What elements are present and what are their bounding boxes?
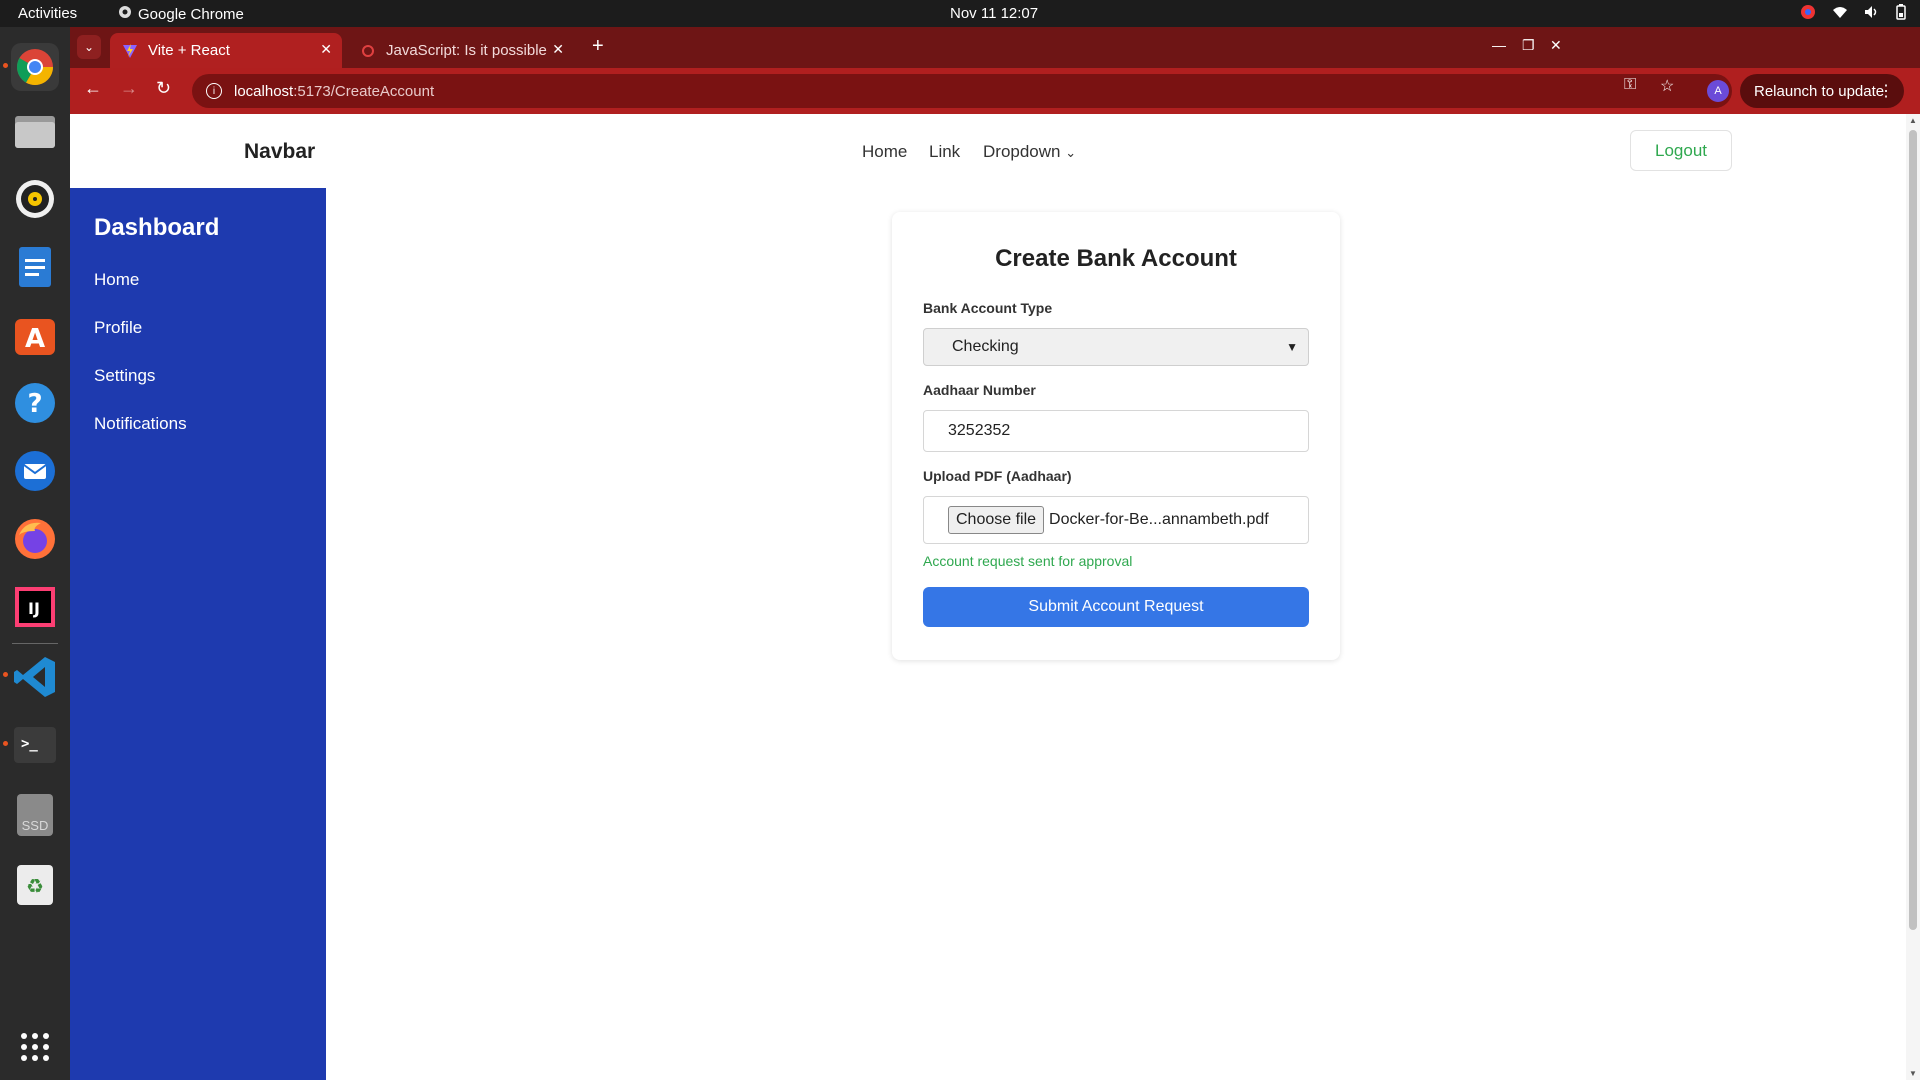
tab-title: Vite + React [148, 42, 230, 59]
create-account-card: Create Bank Account Bank Account Type Ch… [892, 212, 1340, 660]
quora-favicon-icon [360, 43, 376, 59]
restore-icon[interactable]: ❐ [1522, 37, 1535, 54]
chrome-tray-icon[interactable] [1800, 4, 1816, 24]
ssd-drive-icon[interactable]: SSD [11, 791, 59, 839]
choose-file-button[interactable]: Choose file [948, 506, 1045, 534]
svg-text:♻: ♻ [26, 874, 44, 898]
svg-text:A: A [25, 324, 45, 354]
top-navbar: Navbar Home Link Dropdown ⌄ Logout [70, 114, 1906, 188]
profile-avatar[interactable]: A [1707, 80, 1729, 102]
chevron-down-icon: ⌄ [83, 40, 95, 54]
navbar-brand[interactable]: Navbar [244, 140, 315, 164]
account-type-label: Bank Account Type [923, 300, 1053, 316]
clock[interactable]: Nov 11 12:07 [950, 5, 1038, 22]
relaunch-label: Relaunch to update [1754, 82, 1885, 100]
app-center-icon[interactable]: A [11, 311, 59, 359]
scroll-up-icon[interactable]: ▲ [1909, 116, 1917, 125]
browser-toolbar: ← → ↻ i localhost:5173/CreateAccount ⚿ ☆… [70, 68, 1920, 114]
app-grid-icon[interactable] [11, 1023, 59, 1071]
sidebar-item-notifications[interactable]: Notifications [94, 414, 187, 434]
selected-file-name: Docker-for-Be...annambeth.pdf [1049, 511, 1269, 528]
vite-favicon-icon [122, 43, 138, 59]
file-upload-field: Choose file Docker-for-Be...annambeth.pd… [923, 496, 1309, 544]
running-indicator [3, 672, 8, 677]
thunderbird-icon[interactable] [11, 447, 59, 495]
tab-title: JavaScript: Is it possible [386, 42, 547, 59]
wifi-icon[interactable] [1832, 5, 1848, 23]
activities-button[interactable]: Activities [18, 5, 77, 22]
battery-icon[interactable] [1896, 4, 1906, 24]
aadhaar-label: Aadhaar Number [923, 382, 1036, 398]
account-type-value: Checking [952, 338, 1019, 355]
submit-button[interactable]: Submit Account Request [923, 587, 1309, 627]
url-path: :5173/CreateAccount [293, 82, 435, 100]
address-bar[interactable]: i localhost:5173/CreateAccount [192, 74, 1732, 108]
volume-icon[interactable] [1864, 5, 1880, 23]
dock-separator [12, 643, 58, 644]
tab-javascript[interactable]: JavaScript: Is it possible ✕ [348, 33, 574, 68]
intellij-icon[interactable]: IJ [11, 583, 59, 631]
minimize-icon[interactable]: — [1492, 37, 1506, 53]
web-page: Navbar Home Link Dropdown ⌄ Logout Dashb… [70, 114, 1906, 1080]
browser-window: ⌄ Vite + React ✕ JavaScript: Is it possi… [70, 27, 1920, 114]
bookmark-star-icon[interactable]: ☆ [1660, 76, 1674, 96]
reload-icon[interactable]: ↻ [156, 78, 171, 99]
vscode-icon[interactable] [11, 653, 59, 701]
sidebar-item-profile[interactable]: Profile [94, 318, 142, 338]
running-indicator [3, 63, 8, 68]
aadhaar-input[interactable]: 3252352 [923, 410, 1309, 452]
svg-text:>_: >_ [21, 736, 38, 752]
active-app-name: Google Chrome [138, 5, 244, 23]
account-type-select[interactable]: Checking ▼ [923, 328, 1309, 366]
nav-link-home[interactable]: Home [862, 142, 907, 162]
chevron-down-icon: ⌄ [1065, 145, 1077, 160]
forward-icon[interactable]: → [120, 78, 138, 99]
site-info-icon[interactable]: i [206, 83, 222, 99]
svg-text:IJ: IJ [28, 599, 40, 618]
running-indicator [3, 741, 8, 746]
chevron-down-icon: ▼ [1286, 340, 1298, 354]
status-message: Account request sent for approval [923, 553, 1133, 569]
help-icon[interactable]: ? [11, 379, 59, 427]
writer-icon[interactable] [11, 243, 59, 291]
nav-dropdown[interactable]: Dropdown ⌄ [983, 142, 1076, 162]
more-menu-icon[interactable]: ⋮ [1878, 81, 1894, 101]
system-tray[interactable] [1800, 4, 1906, 24]
rhythmbox-icon[interactable] [11, 175, 59, 223]
dock: A ? IJ >_ SSD ♻ [0, 27, 70, 1080]
tab-search-button[interactable]: ⌄ [77, 35, 101, 59]
terminal-icon[interactable]: >_ [11, 721, 59, 769]
close-icon[interactable]: ✕ [552, 41, 564, 58]
chrome-icon[interactable] [11, 43, 59, 91]
sidebar-item-home[interactable]: Home [94, 270, 139, 290]
active-app-menu[interactable]: Google Chrome [118, 5, 244, 23]
firefox-icon[interactable] [11, 515, 59, 563]
scroll-down-icon[interactable]: ▼ [1909, 1069, 1917, 1078]
system-top-bar: Activities Google Chrome Nov 11 12:07 [0, 0, 1920, 27]
close-window-icon[interactable]: ✕ [1550, 37, 1562, 54]
tab-vite-react[interactable]: Vite + React ✕ [110, 33, 342, 68]
scrollbar-thumb[interactable] [1909, 130, 1917, 930]
sidebar-item-settings[interactable]: Settings [94, 366, 155, 386]
trash-icon[interactable]: ♻ [11, 861, 59, 909]
files-icon[interactable] [11, 107, 59, 155]
upload-label: Upload PDF (Aadhaar) [923, 468, 1072, 484]
chrome-small-icon [118, 5, 132, 23]
url-host: localhost [234, 82, 294, 100]
nav-dropdown-label: Dropdown [983, 142, 1061, 161]
svg-text:?: ? [27, 389, 42, 419]
ssd-label: SSD [21, 818, 49, 833]
form-title: Create Bank Account [995, 245, 1237, 272]
relaunch-button[interactable]: Relaunch to update ⋮ [1740, 74, 1904, 108]
back-icon[interactable]: ← [84, 78, 102, 99]
sidebar: Dashboard Home Profile Settings Notifica… [70, 188, 326, 1080]
logout-button[interactable]: Logout [1630, 130, 1732, 171]
new-tab-button[interactable]: + [592, 35, 604, 58]
sidebar-title: Dashboard [94, 214, 220, 241]
tab-strip: ⌄ Vite + React ✕ JavaScript: Is it possi… [70, 27, 1920, 68]
nav-link-link[interactable]: Link [929, 142, 960, 162]
close-icon[interactable]: ✕ [320, 41, 332, 58]
page-scrollbar[interactable]: ▲ ▼ [1906, 114, 1920, 1080]
key-icon[interactable]: ⚿ [1624, 76, 1636, 94]
